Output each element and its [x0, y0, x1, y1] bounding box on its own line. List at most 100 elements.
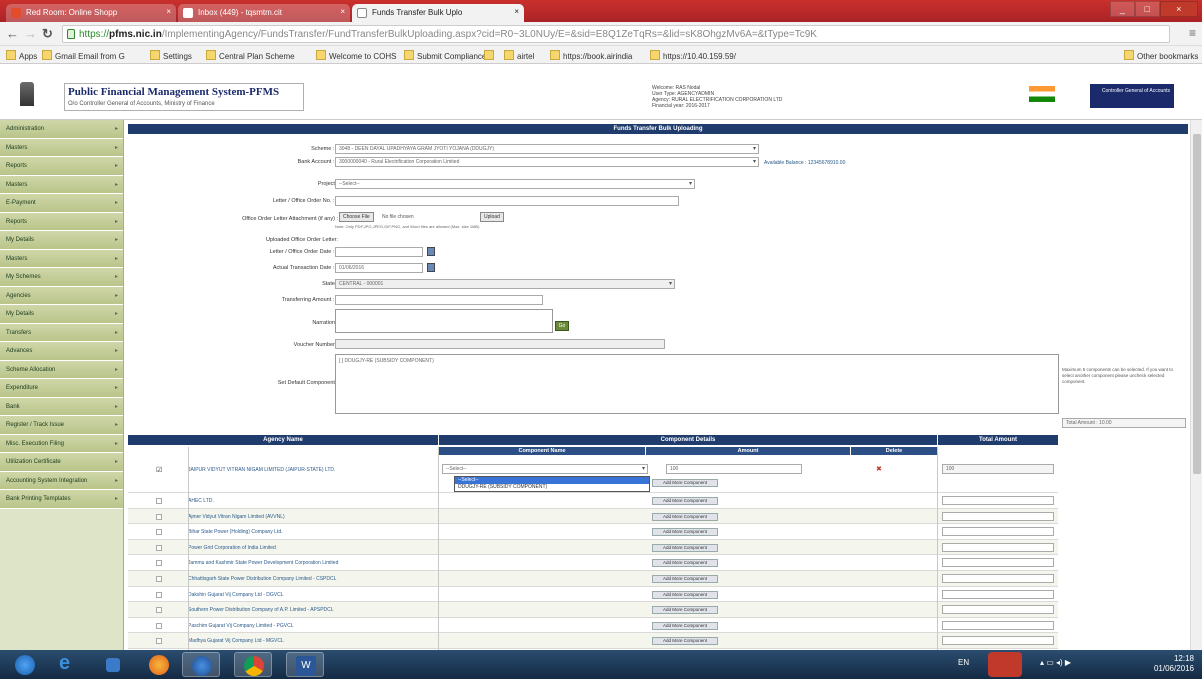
page-scrollbar[interactable]: [1190, 120, 1202, 650]
letter-no-input[interactable]: [335, 196, 679, 206]
add-more-component-button[interactable]: Add More Component: [652, 528, 718, 537]
row-checkbox[interactable]: [156, 638, 162, 645]
sidebar-item[interactable]: Agencies ▸: [0, 286, 123, 305]
sidebar-item[interactable]: My Schemes ▸: [0, 268, 123, 287]
sidebar-item[interactable]: Expenditure ▸: [0, 379, 123, 398]
tab-funds-transfer[interactable]: Funds Transfer Bulk Uplo ×: [352, 4, 524, 22]
bookmark-ip[interactable]: https://10.40.159.59/: [650, 50, 736, 61]
amount-input[interactable]: [335, 295, 543, 305]
bookmark-settings[interactable]: Settings: [150, 50, 192, 61]
state-select[interactable]: CENTRAL - 000001: [335, 279, 675, 289]
row-checkbox[interactable]: [156, 529, 162, 536]
back-arrow-icon[interactable]: ←: [6, 26, 19, 41]
sidebar-item[interactable]: Utilization Certificate ▸: [0, 453, 123, 472]
upload-button[interactable]: Upload: [480, 212, 504, 222]
close-tab-icon[interactable]: ×: [166, 7, 171, 16]
add-more-component-button[interactable]: Add More Component: [652, 637, 718, 646]
sidebar-item[interactable]: Reports ▸: [0, 212, 123, 231]
maximize-button[interactable]: □: [1134, 1, 1160, 17]
letter-date-input[interactable]: [335, 247, 423, 257]
project-select[interactable]: --Select--: [335, 179, 695, 189]
row-checkbox[interactable]: [156, 622, 162, 629]
component-select[interactable]: --Select--: [442, 464, 648, 474]
minimize-button[interactable]: _: [1110, 1, 1135, 17]
bank-account-select[interactable]: 3000000040 - Rural Electrification Corpo…: [335, 157, 759, 167]
sidebar-item[interactable]: E-Payment ▸: [0, 194, 123, 213]
go-button[interactable]: Go: [555, 321, 569, 331]
forward-arrow-icon[interactable]: →: [24, 26, 37, 41]
bookmark-airindia[interactable]: https://book.airindia: [550, 50, 632, 61]
other-bookmarks[interactable]: Other bookmarks: [1124, 50, 1198, 61]
taskbar-firefox[interactable]: [140, 652, 178, 677]
dropdown-option[interactable]: DDUGJY-RE (SUBSIDY COMPONENT): [455, 484, 649, 491]
sidebar-item[interactable]: Transfers ▸: [0, 323, 123, 342]
add-more-component-button[interactable]: Add More Component: [652, 606, 718, 615]
scrollbar-thumb[interactable]: [1193, 134, 1201, 474]
calendar-icon[interactable]: [427, 263, 435, 272]
reload-icon[interactable]: ↻: [42, 26, 53, 42]
tray-app-icon[interactable]: [988, 652, 1022, 677]
add-more-component-button[interactable]: Add More Component: [652, 621, 718, 630]
bookmark-central-plan[interactable]: Central Plan Scheme: [206, 50, 295, 61]
sidebar-item[interactable]: Masters ▸: [0, 138, 123, 157]
close-window-button[interactable]: ×: [1159, 1, 1198, 17]
add-more-component-button[interactable]: Add More Component: [652, 497, 718, 505]
row-checkbox[interactable]: [156, 544, 162, 551]
bookmark-cohs[interactable]: Welcome to COHS: [316, 50, 396, 61]
row-checkbox[interactable]: ☑: [156, 466, 162, 474]
scheme-select[interactable]: 3048 - DEEN DAYAL UPADHYAYA GRAM JYOTI Y…: [335, 144, 759, 154]
taskbar-ie[interactable]: e: [50, 652, 88, 677]
add-more-component-button[interactable]: Add More Component: [652, 590, 718, 599]
sidebar-item[interactable]: Misc. Execution Filing ▸: [0, 434, 123, 453]
narration-textarea[interactable]: [335, 309, 553, 333]
close-tab-icon[interactable]: ×: [340, 7, 345, 16]
calendar-icon[interactable]: [427, 247, 435, 256]
sidebar-item[interactable]: Advances ▸: [0, 342, 123, 361]
url-input[interactable]: https://pfms.nic.in/ImplementingAgency/F…: [62, 25, 1170, 43]
sidebar-item[interactable]: Bank Printing Templates ▸: [0, 490, 123, 509]
bookmark-apps[interactable]: Apps: [6, 50, 37, 61]
sidebar-item[interactable]: Bank ▸: [0, 397, 123, 416]
sidebar-item[interactable]: Scheme Allocation ▸: [0, 360, 123, 379]
taskbar-word[interactable]: W: [286, 652, 324, 677]
tab-red-room[interactable]: Red Room: Online Shopp ×: [6, 4, 176, 22]
sidebar-item[interactable]: Masters ▸: [0, 175, 123, 194]
start-button[interactable]: [6, 652, 44, 677]
taskbar-explorer[interactable]: [94, 652, 132, 677]
txn-date-input[interactable]: 01/06/2016: [335, 263, 423, 273]
add-more-component-button[interactable]: Add More Component: [652, 512, 718, 521]
row-checkbox[interactable]: [156, 576, 162, 582]
bookmark-compliance[interactable]: Submit Compliance: [404, 50, 486, 61]
bookmark-airtel[interactable]: airtel: [504, 50, 534, 61]
tab-inbox[interactable]: Inbox (449) - tqsmtm.cit ×: [178, 4, 350, 22]
add-more-component-button[interactable]: Add More Component: [652, 575, 718, 583]
close-tab-icon[interactable]: ×: [514, 7, 519, 16]
sidebar-item[interactable]: My Details ▸: [0, 231, 123, 250]
component-list[interactable]: [ ] DDUGJY-RE (SUBSIDY COMPONENT): [335, 354, 1059, 414]
tray-icons[interactable]: ▴ ▭ ◂) ▶: [1040, 658, 1071, 667]
language-indicator[interactable]: EN: [958, 658, 969, 667]
sidebar-item[interactable]: Register / Track Issue ▸: [0, 416, 123, 435]
choose-file-button[interactable]: Choose File: [339, 212, 374, 222]
menu-icon[interactable]: ≡: [1189, 26, 1196, 40]
row-checkbox[interactable]: [156, 513, 162, 520]
bookmark-blank[interactable]: [484, 50, 497, 61]
sidebar-item[interactable]: Accounting System Integration ▸: [0, 471, 123, 490]
sidebar-item[interactable]: Reports ▸: [0, 157, 123, 176]
row-checkbox[interactable]: [156, 498, 162, 504]
delete-icon[interactable]: ✖: [876, 465, 882, 473]
row-checkbox[interactable]: [156, 560, 162, 567]
sidebar-item[interactable]: Masters ▸: [0, 249, 123, 268]
taskbar-chrome[interactable]: [234, 652, 272, 677]
add-more-component-button[interactable]: Add More Component: [652, 479, 718, 487]
dropdown-option[interactable]: --Select--: [455, 477, 649, 484]
add-more-component-button[interactable]: Add More Component: [652, 543, 718, 552]
sidebar-item[interactable]: My Details ▸: [0, 305, 123, 324]
row-checkbox[interactable]: [156, 607, 162, 614]
sidebar-item[interactable]: Administration ▸: [0, 120, 123, 139]
add-more-component-button[interactable]: Add More Component: [652, 559, 718, 568]
component-amount-input[interactable]: 100: [666, 464, 802, 474]
bookmark-gmail[interactable]: Gmail Email from G: [42, 50, 125, 61]
clock[interactable]: 12:18 01/06/2016: [1154, 654, 1194, 674]
component-dropdown[interactable]: --Select-- DDUGJY-RE (SUBSIDY COMPONENT): [454, 476, 650, 492]
